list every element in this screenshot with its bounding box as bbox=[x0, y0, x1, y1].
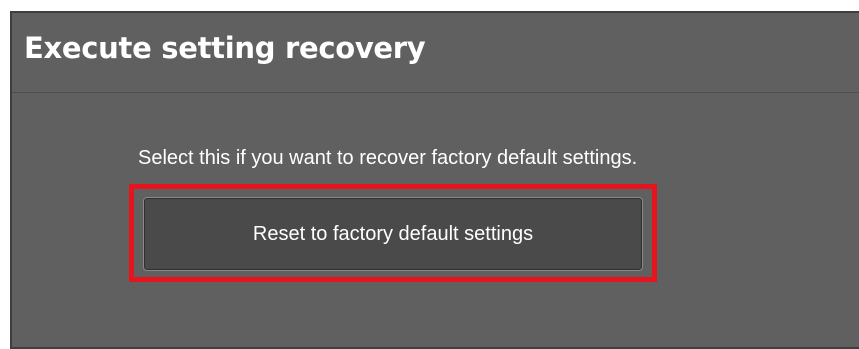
reset-factory-defaults-button[interactable]: Reset to factory default settings bbox=[143, 197, 643, 271]
setting-recovery-panel: Execute setting recovery Select this if … bbox=[10, 11, 859, 349]
recovery-description: Select this if you want to recover facto… bbox=[138, 147, 638, 169]
title-divider bbox=[12, 92, 859, 93]
section-title: Execute setting recovery bbox=[24, 31, 426, 65]
